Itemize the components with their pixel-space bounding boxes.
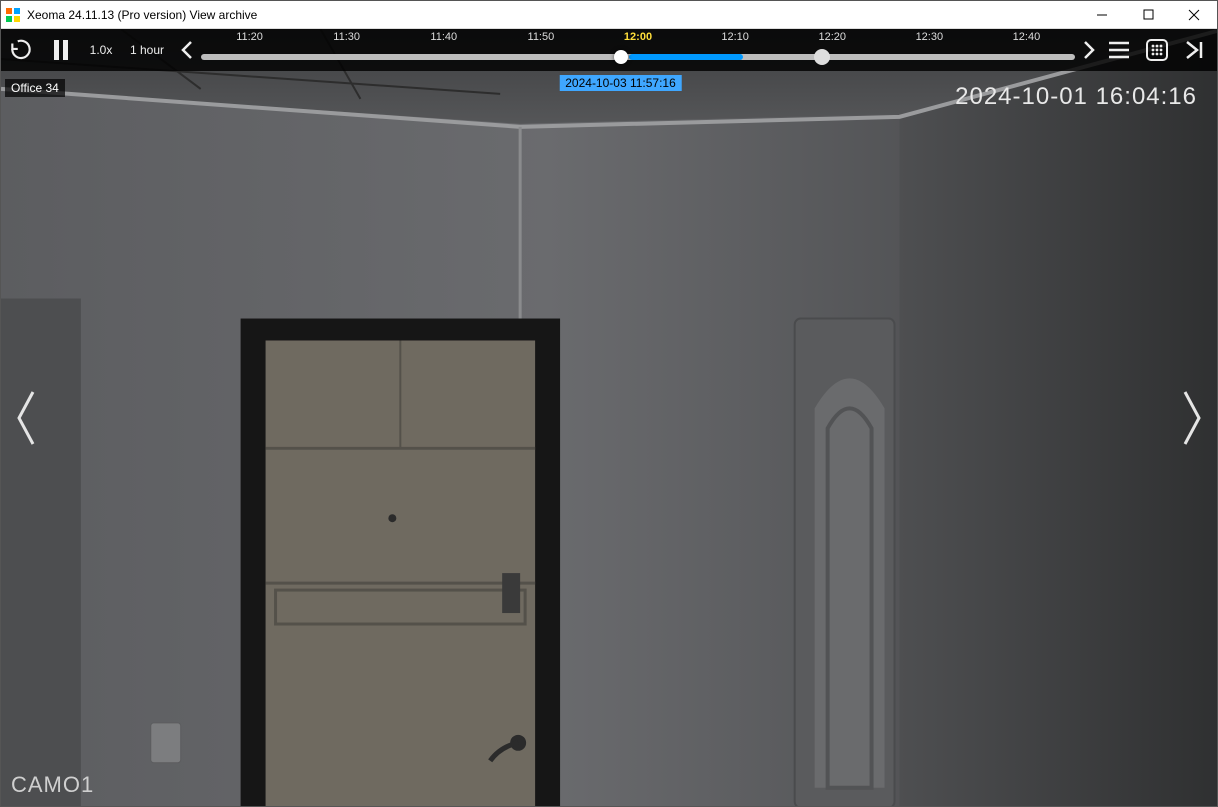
timeline-next-button[interactable]	[1075, 30, 1103, 70]
app-logo-icon	[5, 7, 21, 23]
calendar-button[interactable]	[1141, 34, 1173, 66]
timeline-tick: 11:30	[333, 31, 360, 43]
maximize-icon	[1143, 9, 1154, 20]
timeline-tick: 11:50	[528, 31, 555, 43]
minimize-icon	[1096, 9, 1108, 21]
chevron-left-icon	[180, 40, 194, 60]
timeline-prev-button[interactable]	[173, 30, 201, 70]
close-icon	[1188, 9, 1200, 21]
maximize-button[interactable]	[1125, 1, 1171, 29]
camera-name-overlay: CAMO1	[11, 772, 94, 798]
timeline-tooltip: 2024-10-03 11:57:16	[559, 75, 682, 91]
timeline-ticks: 11:20 11:30 11:40 11:50 12:00 12:10 12:20 12:30…	[201, 31, 1075, 49]
back-arrow-icon	[8, 37, 34, 63]
video-viewer: 1.0x 1 hour 11:20 11:30 11:40 11:50 12:00 12:…	[1, 29, 1217, 806]
timestamp-overlay: 2024-10-01 16:04:16	[955, 83, 1197, 111]
video-frame	[1, 29, 1217, 806]
timeline[interactable]: 11:20 11:30 11:40 11:50 12:00 12:10 12:20 12:30…	[201, 29, 1075, 71]
timeline-endmark[interactable]	[814, 49, 830, 65]
pause-icon	[52, 39, 70, 61]
app-window: Xeoma 24.11.13 (Pro version) View archiv…	[0, 0, 1218, 807]
window-controls	[1079, 1, 1217, 29]
timeline-tick: 11:20	[236, 31, 263, 43]
menu-button[interactable]	[1103, 34, 1135, 66]
timeline-track[interactable]	[201, 54, 1075, 60]
timeline-tick: 12:10	[721, 31, 749, 43]
camera-tag: Office 34	[5, 79, 65, 97]
timeline-tick: 12:20	[818, 31, 846, 43]
window-titlebar[interactable]: Xeoma 24.11.13 (Pro version) View archiv…	[1, 1, 1217, 29]
chevron-right-icon	[1082, 40, 1096, 60]
pause-button[interactable]	[41, 30, 81, 70]
menu-icon	[1107, 40, 1131, 60]
minimize-button[interactable]	[1079, 1, 1125, 29]
window-title: Xeoma 24.11.13 (Pro version) View archiv…	[27, 8, 257, 22]
chevron-left-large-icon	[13, 388, 37, 448]
timeline-fill	[629, 54, 743, 60]
skip-end-icon	[1184, 39, 1206, 61]
timeline-tick: 12:40	[1013, 31, 1041, 43]
chevron-right-large-icon	[1181, 388, 1205, 448]
timeline-tick: 12:30	[916, 31, 944, 43]
calendar-grid-icon	[1145, 38, 1169, 62]
timeline-playhead[interactable]	[614, 50, 628, 64]
playback-speed[interactable]: 1.0x	[81, 43, 121, 57]
player-toolbar: 1.0x 1 hour 11:20 11:30 11:40 11:50 12:00 12:…	[1, 29, 1217, 71]
timeline-range[interactable]: 1 hour	[121, 43, 173, 57]
skip-end-button[interactable]	[1179, 34, 1211, 66]
prev-camera-button[interactable]	[5, 378, 45, 458]
timeline-tick: 11:40	[430, 31, 457, 43]
toolbar-right-group	[1103, 34, 1217, 66]
next-camera-button[interactable]	[1173, 378, 1213, 458]
close-button[interactable]	[1171, 1, 1217, 29]
back-button[interactable]	[1, 30, 41, 70]
timeline-tick: 12:00	[624, 31, 652, 43]
